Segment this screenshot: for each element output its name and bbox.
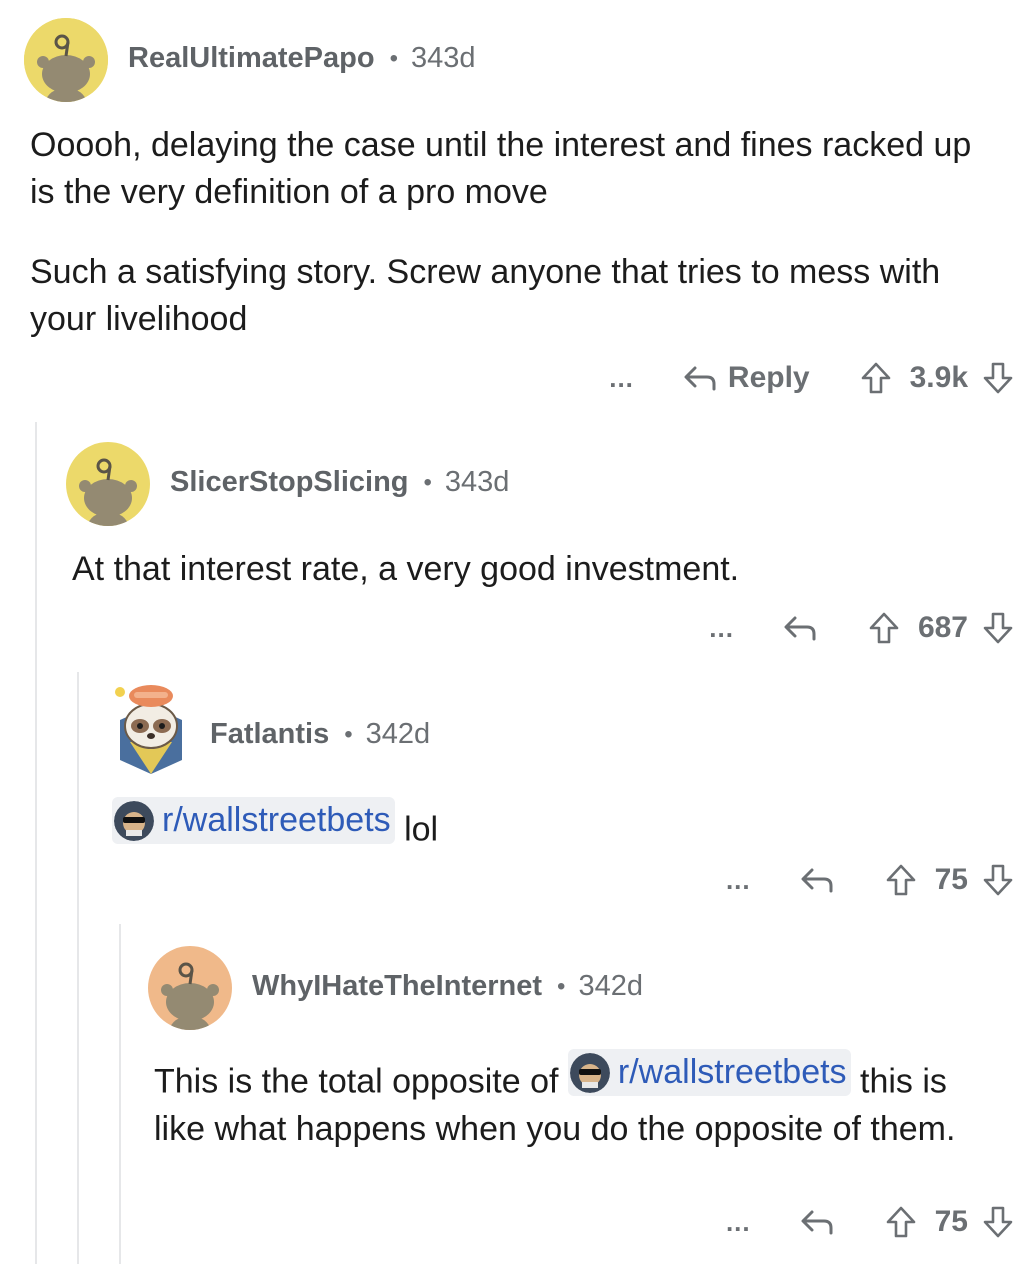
subreddit-link[interactable]: r/wallstreetbets [567, 1049, 851, 1096]
upvote-icon [869, 612, 899, 644]
username[interactable]: RealUltimatePapo [128, 42, 375, 75]
comment-age: 342d [578, 970, 643, 1002]
reply-button[interactable] [799, 1207, 835, 1237]
subreddit-link-text: r/wallstreetbets [162, 801, 391, 839]
upvote-icon [861, 362, 890, 394]
comment-text-after-link: lol [404, 810, 439, 849]
separator-dot: • [389, 44, 398, 72]
comment-meta: SlicerStopSlicing • 343d [170, 466, 509, 499]
comment-meta: Fatlantis • 342d [210, 718, 430, 751]
sloth-avatar-icon [115, 685, 182, 774]
wsb-subreddit-icon [569, 1052, 610, 1093]
separator-dot: • [423, 468, 432, 496]
vote-score: 3.9k [909, 361, 968, 394]
username[interactable]: SlicerStopSlicing [170, 466, 409, 499]
thread-line-level-3[interactable] [119, 924, 121, 1264]
reply-button[interactable] [799, 865, 835, 895]
downvote-button[interactable] [982, 611, 1014, 645]
comment-text: This is the total opposite of r/wallstre… [154, 1049, 1004, 1153]
reply-label: Reply [727, 361, 810, 394]
snoo-avatar-icon [24, 18, 108, 102]
subreddit-link[interactable]: r/wallstreetbets [112, 797, 395, 844]
username[interactable]: Fatlantis [210, 718, 329, 751]
comment-text: r/wallstreetbets lol [112, 797, 992, 854]
separator-dot: • [344, 720, 353, 748]
more-options-button[interactable]: ... [726, 1207, 751, 1238]
username[interactable]: WhyIHateTheInternet [252, 970, 542, 1003]
comment-meta: RealUltimatePapo • 343d [128, 42, 476, 75]
separator-dot: • [557, 972, 566, 1000]
reply-button[interactable]: Reply [682, 361, 810, 395]
reply-arrow-icon [784, 616, 816, 641]
comment-text: Ooooh, delaying the case until the inter… [30, 126, 972, 211]
upvote-icon [886, 1206, 915, 1238]
vote-score: 75 [934, 1205, 968, 1238]
comment-actions: ... Reply 3.9k [609, 356, 1014, 400]
downvote-button[interactable] [982, 863, 1014, 897]
avatar[interactable] [148, 946, 232, 1030]
downvote-icon [983, 612, 1013, 644]
reply-button[interactable] [782, 613, 818, 643]
comment-text: Such a satisfying story. Screw anyone th… [30, 253, 941, 338]
subreddit-link-text: r/wallstreetbets [617, 1053, 847, 1091]
vote-score: 75 [934, 863, 968, 896]
more-options-button[interactable]: ... [726, 865, 751, 896]
comment-text-before-link: This is the total opposite of [154, 1062, 559, 1101]
comment-age: 343d [410, 42, 476, 74]
upvote-button[interactable] [885, 863, 917, 897]
comment-meta: WhyIHateTheInternet • 342d [252, 970, 643, 1003]
snoo-avatar-icon [66, 442, 150, 526]
comment-text: At that interest rate, a very good inves… [72, 550, 740, 588]
downvote-button[interactable] [982, 1205, 1014, 1239]
downvote-icon [983, 1206, 1013, 1238]
more-options-button[interactable]: ... [609, 363, 634, 394]
comment-actions: ... 687 [709, 606, 1014, 650]
thread-line-level-1[interactable] [35, 422, 37, 1264]
reply-arrow-icon [801, 868, 833, 893]
avatar[interactable] [108, 680, 194, 776]
wsb-subreddit-icon [114, 800, 154, 841]
comment-age: 343d [444, 466, 510, 498]
downvote-icon [983, 362, 1013, 394]
avatar[interactable] [24, 18, 108, 102]
upvote-button[interactable] [868, 611, 900, 645]
thread-line-level-2[interactable] [77, 672, 79, 1264]
downvote-button[interactable] [982, 361, 1014, 395]
reply-arrow-icon [801, 1210, 833, 1235]
snoo-avatar-icon [148, 946, 232, 1030]
avatar[interactable] [66, 442, 150, 526]
upvote-button[interactable] [885, 1205, 917, 1239]
reply-arrow-icon [684, 366, 716, 391]
comment-actions: ... 75 [726, 1200, 1014, 1244]
vote-score: 687 [917, 611, 968, 644]
upvote-button[interactable] [860, 361, 892, 395]
comment-actions: ... 75 [726, 858, 1014, 902]
upvote-icon [886, 864, 915, 896]
more-options-button[interactable]: ... [709, 613, 734, 644]
comment-age: 342d [365, 718, 431, 750]
downvote-icon [983, 864, 1013, 896]
